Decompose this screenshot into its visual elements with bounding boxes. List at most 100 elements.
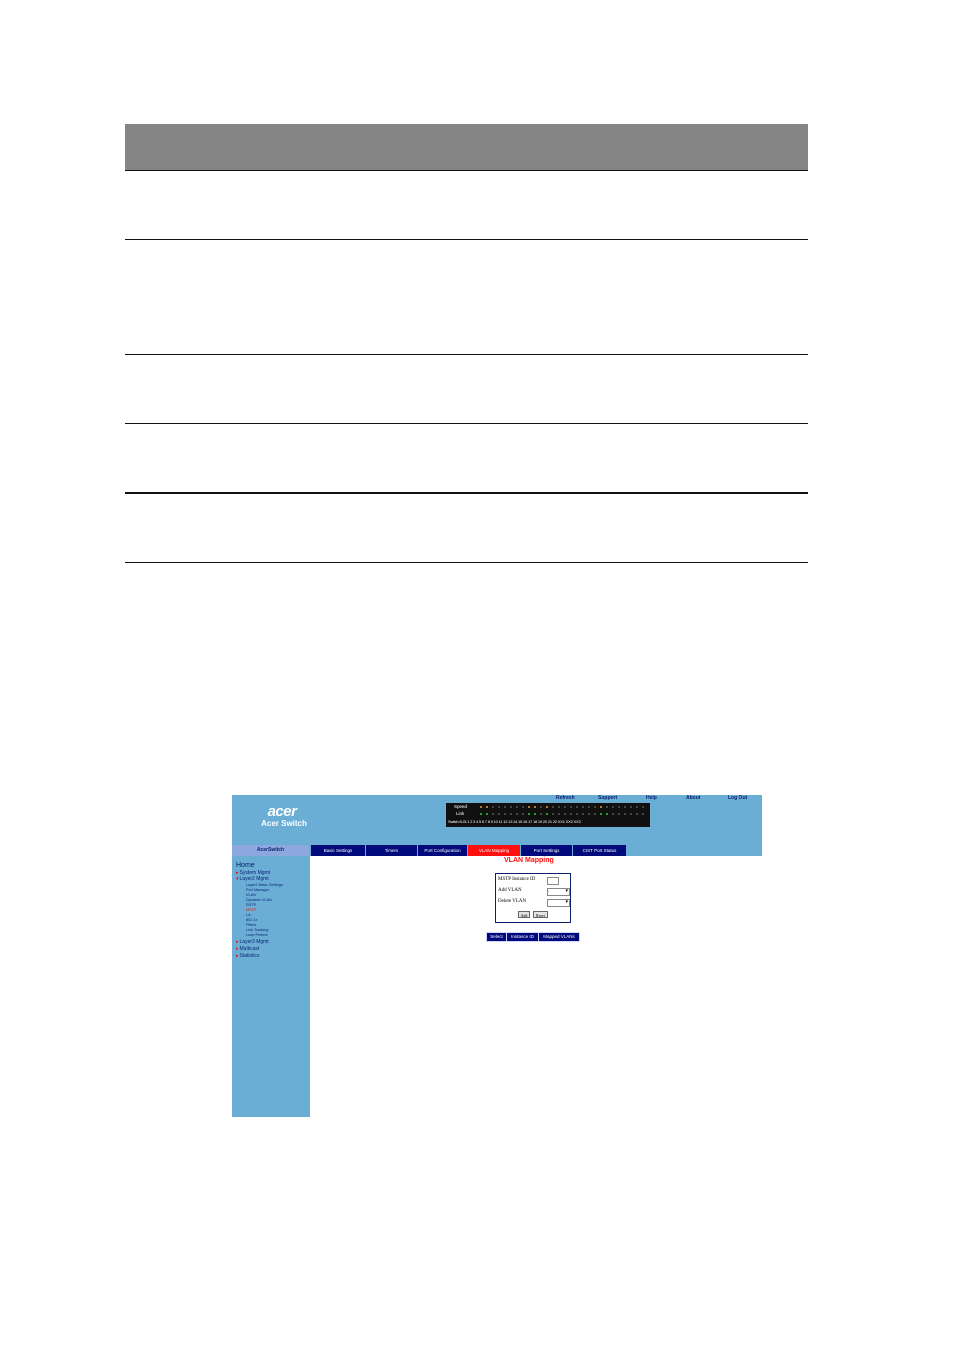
add-button[interactable]: Add	[518, 911, 530, 918]
port-led	[642, 806, 644, 808]
tab-vlan-mapping[interactable]: VLAN Mapping	[467, 845, 520, 856]
sidebar-sub-mstp[interactable]: MSTP	[246, 908, 257, 912]
port-led	[492, 813, 494, 815]
port-led	[582, 813, 584, 815]
sidebar-sub-filters[interactable]: Filters	[246, 923, 256, 927]
arrow-icon: ▸	[236, 939, 239, 945]
reset-button[interactable]: Reset	[533, 911, 548, 918]
sidebar-item-statistics[interactable]: ▸Statistics	[236, 953, 260, 959]
port-led	[522, 806, 524, 808]
instance-id-input[interactable]	[547, 877, 559, 885]
port-led	[606, 806, 608, 808]
port-led	[594, 806, 596, 808]
sidebar-sub-layer2-basic[interactable]: Layer2 Basic Settings	[246, 883, 283, 887]
sidebar-sub-port-manager[interactable]: Port Manager	[246, 888, 269, 892]
port-led	[624, 813, 626, 815]
port-led	[486, 813, 488, 815]
sidebar-item-layer2-mgmt[interactable]: ▾Layer2 Mgmt	[236, 876, 269, 882]
page-title: VLAN Mapping	[504, 857, 554, 864]
tab-port-settings[interactable]: Port Settings	[520, 845, 572, 856]
table-rule	[125, 423, 808, 424]
port-led	[546, 813, 548, 815]
port-led	[534, 806, 536, 808]
arrow-icon: ▸	[236, 953, 239, 959]
tab-basic-settings[interactable]: Basic Settings	[310, 845, 365, 856]
about-link[interactable]: About	[686, 795, 700, 801]
port-led	[504, 813, 506, 815]
port-led	[486, 806, 488, 808]
column-instance-id: Instance ID	[507, 933, 539, 941]
port-led	[516, 813, 518, 815]
port-led	[600, 813, 602, 815]
port-led	[618, 813, 620, 815]
port-led	[594, 813, 596, 815]
refresh-link[interactable]: Refresh	[556, 795, 575, 801]
port-led	[540, 813, 542, 815]
port-led	[630, 806, 632, 808]
port-led	[618, 806, 620, 808]
port-led	[636, 806, 638, 808]
sidebar-header: AcerSwitch	[232, 845, 309, 856]
port-led	[564, 806, 566, 808]
sidebar-sub-vlan[interactable]: VLAN	[246, 893, 256, 897]
tab-timers[interactable]: Timers	[365, 845, 417, 856]
sidebar-sub-loop-protect[interactable]: Loop Protect	[246, 933, 268, 937]
tab-cist-port-status[interactable]: CIST Port Status	[572, 845, 626, 856]
screenshot-acer-switch-vlan-mapping: acer Acer Switch Refresh Support Help Ab…	[232, 795, 762, 1117]
sidebar-home[interactable]: Home	[236, 862, 255, 869]
port-led	[510, 813, 512, 815]
delete-vlan-label: Delete VLAN	[498, 899, 527, 904]
port-led	[636, 813, 638, 815]
port-led	[600, 806, 602, 808]
port-led	[534, 813, 536, 815]
port-led	[546, 806, 548, 808]
brand-name: Acer Switch	[261, 819, 307, 828]
sidebar-item-layer3-mgmt[interactable]: ▸Layer3 Mgmt	[236, 939, 269, 945]
sidebar-sub-la[interactable]: LA	[246, 913, 251, 917]
sidebar-item-label: Multicast	[239, 946, 260, 952]
port-led	[558, 806, 560, 808]
port-led	[624, 806, 626, 808]
support-link[interactable]: Support	[598, 795, 617, 801]
port-led	[540, 806, 542, 808]
sidebar-sub-8021x[interactable]: 802.1x	[246, 918, 257, 922]
sidebar-item-multicast[interactable]: ▸Multicast	[236, 946, 259, 952]
port-led	[498, 813, 500, 815]
sidebar: Home ▸System Mgmt ▾Layer2 Mgmt Layer2 Ba…	[232, 856, 310, 1117]
add-vlan-select[interactable]: -	[547, 888, 570, 896]
sidebar-item-label: Layer2 Mgmt	[239, 876, 269, 882]
tab-port-configuration[interactable]: Port Configuration	[417, 845, 467, 856]
mapping-table-header: Select Instance ID Mapped VLANs	[486, 932, 580, 942]
table-rule	[125, 492, 808, 494]
port-led	[576, 806, 578, 808]
port-led	[612, 813, 614, 815]
port-led	[504, 806, 506, 808]
sidebar-sub-rstp[interactable]: RSTP	[246, 903, 256, 907]
help-link[interactable]: Help	[646, 795, 657, 801]
arrow-icon: ▸	[236, 946, 239, 952]
port-led	[606, 813, 608, 815]
port-led	[642, 813, 644, 815]
port-status-panel: Speed Link Switch 8-Gi 1 2 3 4 5 6 7 8 9…	[446, 803, 650, 827]
sidebar-sub-dynamic-vlan[interactable]: Dynamic VLAN	[246, 898, 272, 902]
logout-link[interactable]: Log Out	[728, 795, 747, 801]
port-led	[612, 806, 614, 808]
port-led	[528, 806, 530, 808]
table-rule	[125, 239, 808, 240]
port-led	[552, 813, 554, 815]
table-rule	[125, 562, 808, 563]
table-rule	[125, 354, 808, 355]
sidebar-sub-link-tracking[interactable]: Link Tracking	[246, 928, 268, 932]
port-led	[552, 806, 554, 808]
port-led	[570, 813, 572, 815]
delete-vlan-select[interactable]	[547, 899, 570, 907]
port-led	[630, 813, 632, 815]
table-rule	[125, 170, 808, 171]
port-led	[480, 806, 482, 808]
link-label: Link	[456, 811, 465, 816]
add-vlan-value: -	[548, 889, 550, 894]
nav-bar: AcerSwitch Basic Settings Timers Port Co…	[232, 845, 762, 856]
port-led	[570, 806, 572, 808]
port-led	[492, 806, 494, 808]
instance-id-label: MSTP Instance ID	[498, 877, 536, 882]
